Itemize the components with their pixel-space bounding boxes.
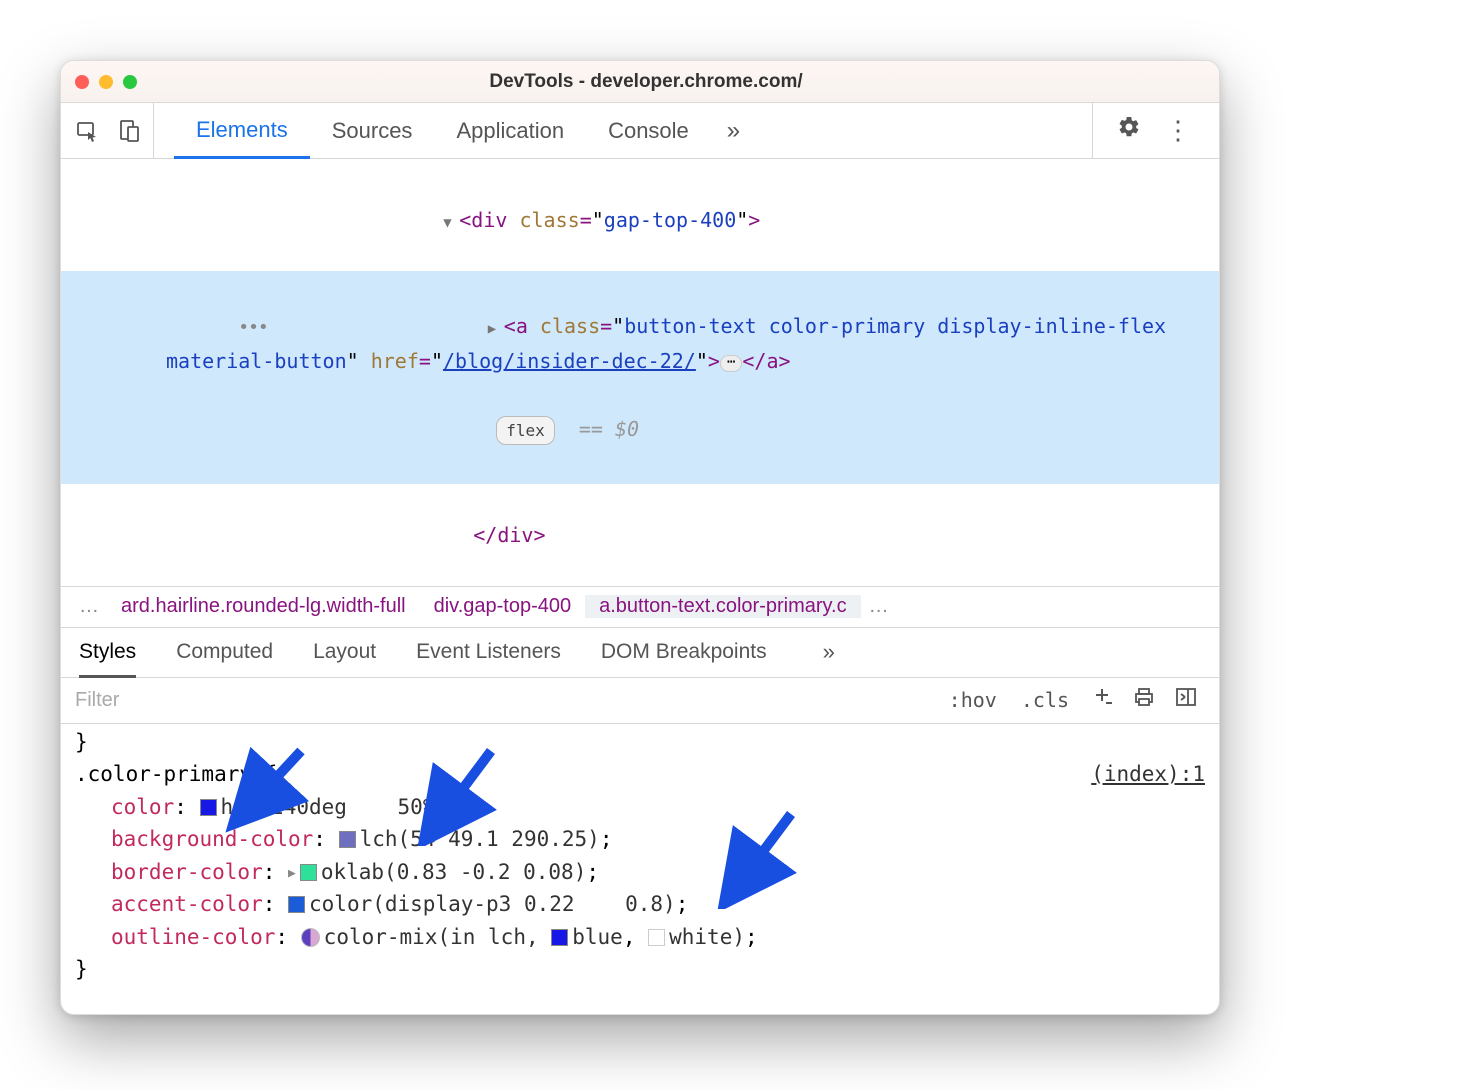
window-title: DevTools - developer.chrome.com/ — [87, 71, 1205, 93]
console-reference: == $0 — [579, 417, 639, 441]
color-swatch-icon[interactable] — [288, 896, 305, 913]
css-declaration[interactable]: outline-color: color-mix(in lch, blue, w… — [75, 921, 1205, 954]
dom-row-div-close[interactable]: </div> — [61, 484, 1219, 586]
color-swatch-icon[interactable] — [551, 929, 568, 946]
devtools-window: DevTools - developer.chrome.com/ Element… — [60, 60, 1220, 1015]
collapsed-content-icon[interactable]: ⋯ — [720, 355, 742, 372]
dom-row-selected-anchor[interactable]: •••▶<a class="button-text color-primary … — [61, 271, 1219, 484]
annotation-arrow-icon — [221, 746, 311, 836]
collapse-triangle-icon[interactable]: ▼ — [443, 212, 459, 236]
expand-triangle-icon[interactable]: ▶ — [488, 318, 504, 342]
styles-tab-layout[interactable]: Layout — [313, 640, 376, 664]
styles-filter-input[interactable] — [73, 688, 937, 713]
titlebar: DevTools - developer.chrome.com/ — [61, 61, 1219, 103]
settings-gear-icon[interactable] — [1117, 115, 1141, 146]
styles-tabs: Styles Computed Layout Event Listeners D… — [61, 628, 1219, 678]
print-media-icon[interactable] — [1123, 686, 1165, 714]
more-options-icon[interactable]: ⋮ — [1165, 115, 1191, 146]
tab-console[interactable]: Console — [586, 103, 711, 158]
styles-tab-styles[interactable]: Styles — [79, 640, 136, 664]
annotation-arrow-icon — [411, 746, 501, 846]
css-declaration[interactable]: accent-color: color(display-p3 0.22 46 0… — [75, 888, 1205, 921]
toggle-hover-button[interactable]: :hov — [937, 688, 1009, 712]
styles-tab-event-listeners[interactable]: Event Listeners — [416, 640, 561, 664]
css-rule-close-brace: } — [75, 953, 1205, 986]
color-swatch-icon[interactable] — [300, 864, 317, 881]
breadcrumb-crumb[interactable]: div.gap-top-400 — [420, 595, 586, 618]
elements-dom-tree[interactable]: ▶<div class="gap-top-400">⋯</div> ▼<div … — [61, 147, 1219, 586]
flex-badge[interactable]: flex — [496, 416, 555, 445]
inspect-element-icon[interactable] — [75, 119, 99, 143]
panel-tabs: Elements Sources Application Console » — [154, 103, 1092, 158]
breadcrumb-crumb[interactable]: ard.hairline.rounded-lg.width-full — [107, 595, 420, 618]
panel-toolbar: Elements Sources Application Console » ⋮ — [61, 103, 1219, 159]
styles-filter-row: :hov .cls — [61, 678, 1219, 724]
expand-triangle-icon[interactable]: ▶ — [288, 864, 296, 884]
styles-tab-dom-breakpoints[interactable]: DOM Breakpoints — [601, 640, 767, 664]
tab-sources[interactable]: Sources — [310, 103, 435, 158]
gutter-ellipsis-icon[interactable]: ••• — [238, 317, 268, 338]
breadcrumb-overflow-left[interactable]: … — [71, 595, 107, 618]
styles-tabs-overflow-icon[interactable]: » — [807, 639, 851, 665]
styles-rules-pane[interactable]: } .color-primary { (index):1 color: hsl(… — [61, 724, 1219, 1014]
device-toolbar-icon[interactable] — [117, 119, 141, 143]
new-style-rule-icon[interactable] — [1081, 686, 1123, 714]
dom-row-div-open[interactable]: ▼<div class="gap-top-400"> — [61, 169, 1219, 271]
tabs-overflow-icon[interactable]: » — [711, 117, 756, 145]
dom-breadcrumb[interactable]: … ard.hairline.rounded-lg.width-full div… — [61, 586, 1219, 628]
breadcrumb-overflow-right[interactable]: … — [861, 595, 897, 618]
color-swatch-icon[interactable] — [339, 831, 356, 848]
toggle-classes-button[interactable]: .cls — [1009, 688, 1081, 712]
computed-sidebar-icon[interactable] — [1165, 686, 1207, 714]
breadcrumb-crumb-selected[interactable]: a.button-text.color-primary.c — [585, 595, 861, 618]
tab-application[interactable]: Application — [434, 103, 586, 158]
css-declaration[interactable]: border-color: ▶oklab(0.83 -0.2 0.08); — [75, 856, 1205, 889]
tab-elements[interactable]: Elements — [174, 104, 310, 159]
css-rule-truncated[interactable]: button-text { (index):1 — [75, 986, 1205, 1004]
styles-tab-computed[interactable]: Computed — [176, 640, 273, 664]
toolbar-right-icons: ⋮ — [1092, 103, 1209, 158]
css-rule-source-link[interactable]: (index):1 — [1091, 758, 1205, 791]
color-swatch-icon[interactable] — [648, 929, 665, 946]
toolbar-left-icons — [71, 103, 154, 158]
annotation-arrow-icon — [711, 809, 801, 909]
color-mix-swatch-icon[interactable] — [301, 928, 320, 947]
color-swatch-icon[interactable] — [200, 799, 217, 816]
